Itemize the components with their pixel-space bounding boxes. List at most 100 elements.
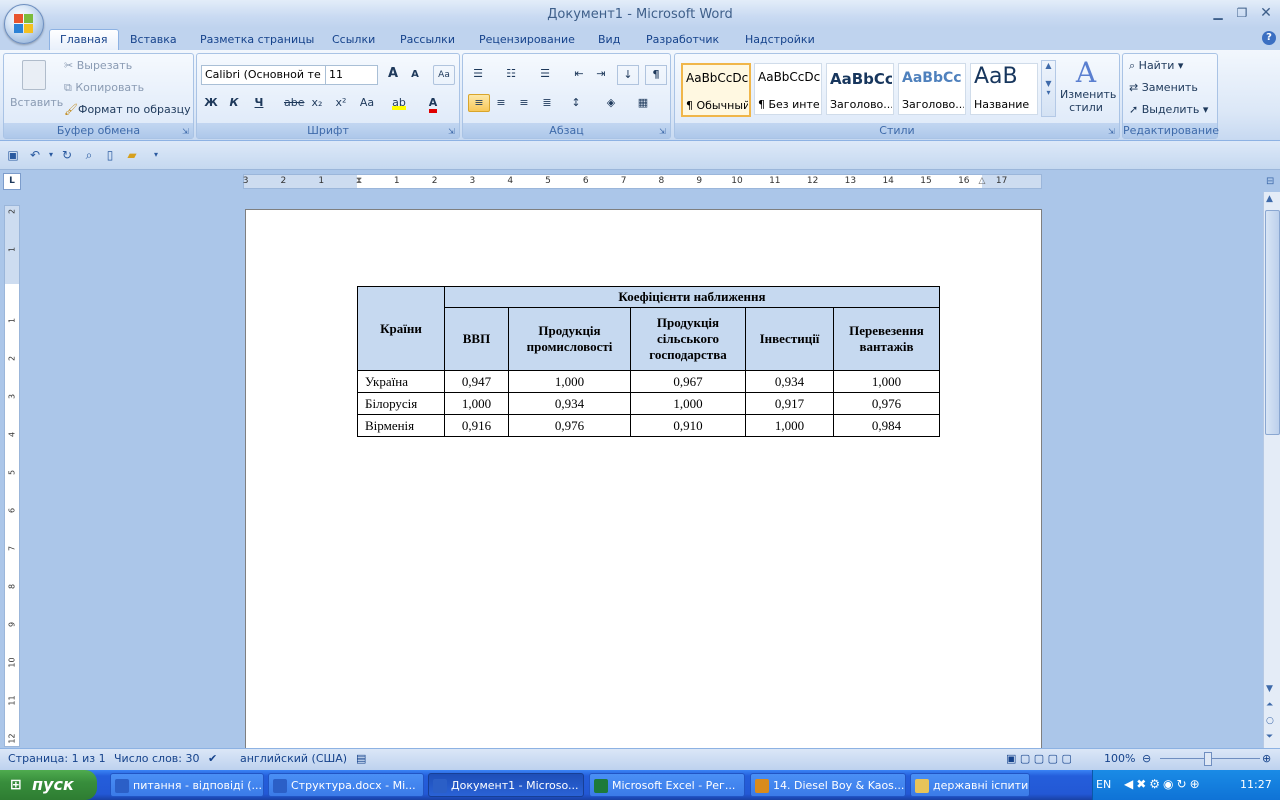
- language-indicator[interactable]: EN: [1096, 778, 1111, 791]
- tab-addins[interactable]: Надстройки: [735, 30, 825, 50]
- show-formatting-button[interactable]: ¶: [645, 65, 667, 85]
- tab-references[interactable]: Ссылки: [322, 30, 385, 50]
- ruler-toggle-icon[interactable]: ⊟: [1266, 176, 1274, 187]
- style-heading-2[interactable]: AaBbCc Заголово...: [898, 63, 966, 115]
- tab-review[interactable]: Рецензирование: [469, 30, 585, 50]
- shading-icon[interactable]: ◈: [601, 94, 621, 112]
- find-button[interactable]: ⌕ Найти ▾: [1129, 59, 1183, 73]
- tab-view[interactable]: Вид: [588, 30, 630, 50]
- style-heading-1[interactable]: AaBbCc Заголово...: [826, 63, 894, 115]
- close-button[interactable]: ✕: [1256, 5, 1276, 21]
- undo-dropdown-icon[interactable]: ▾: [44, 148, 58, 162]
- superscript-button[interactable]: x²: [331, 94, 351, 112]
- previous-page-icon[interactable]: ⏶: [1266, 700, 1273, 710]
- taskbar-item[interactable]: питання - відповіді (...: [110, 773, 264, 797]
- macro-icon[interactable]: ▤: [356, 752, 366, 765]
- customize-toolbar-icon[interactable]: ▾: [149, 148, 163, 162]
- align-right-icon[interactable]: ≡: [514, 94, 534, 112]
- right-indent-marker-icon[interactable]: △: [979, 175, 986, 188]
- bold-button[interactable]: Ж: [201, 94, 221, 112]
- shrink-font-button[interactable]: A: [405, 66, 425, 84]
- value-cell[interactable]: 0,910: [630, 414, 746, 437]
- country-cell[interactable]: Білорусія: [357, 392, 445, 415]
- decrease-indent-icon[interactable]: ⇤: [569, 65, 589, 83]
- bullets-icon[interactable]: ☰: [468, 65, 488, 83]
- style-normal[interactable]: AaBbCcDc ¶ Обычный: [681, 63, 751, 117]
- font-size-dropdown[interactable]: 11: [325, 65, 378, 85]
- country-cell[interactable]: Вірменія: [357, 414, 445, 437]
- dialog-launcher-icon[interactable]: ⇲: [659, 127, 668, 136]
- scroll-down-icon[interactable]: ▼: [1266, 684, 1273, 694]
- value-cell[interactable]: 0,917: [745, 392, 834, 415]
- borders-icon[interactable]: ▦: [633, 94, 653, 112]
- font-color-icon[interactable]: A: [423, 94, 443, 113]
- country-cell[interactable]: Україна: [357, 370, 445, 393]
- zoom-out-icon[interactable]: ⊖: [1142, 752, 1151, 765]
- strikethrough-button[interactable]: abe: [284, 94, 305, 112]
- value-cell[interactable]: 0,947: [444, 370, 509, 393]
- dialog-launcher-icon[interactable]: ⇲: [1108, 127, 1117, 136]
- highlight-icon[interactable]: ab: [389, 94, 409, 112]
- tab-page-layout[interactable]: Разметка страницы: [190, 30, 324, 50]
- scrollbar-thumb[interactable]: [1265, 210, 1280, 435]
- zoom-level[interactable]: 100%: [1104, 752, 1135, 765]
- select-button[interactable]: ➚ Выделить ▾: [1129, 103, 1208, 116]
- value-cell[interactable]: 1,000: [833, 370, 940, 393]
- align-left-icon[interactable]: ≡: [468, 94, 490, 112]
- tray-icons[interactable]: ◀✖⚙◉↻⊕: [1124, 777, 1203, 791]
- indent-marker-icon[interactable]: ⧗: [356, 175, 362, 188]
- change-styles-button[interactable]: A Изменить стили: [1060, 58, 1116, 120]
- value-cell[interactable]: 0,976: [833, 392, 940, 415]
- subscript-button[interactable]: x₂: [307, 94, 327, 112]
- value-cell[interactable]: 0,976: [508, 414, 631, 437]
- italic-button[interactable]: К: [224, 94, 244, 112]
- style-title[interactable]: AaB Название: [970, 63, 1038, 115]
- page-count[interactable]: Страница: 1 из 1: [8, 752, 106, 765]
- styles-scroll[interactable]: ▲ ▼ ▾: [1041, 60, 1056, 117]
- word-count[interactable]: Число слов: 30: [114, 752, 200, 765]
- tab-home[interactable]: Главная: [49, 29, 119, 50]
- print-preview-icon[interactable]: ⌕: [82, 148, 96, 162]
- taskbar-item[interactable]: 14. Diesel Boy & Kaos...: [750, 773, 906, 797]
- zoom-in-icon[interactable]: ⊕: [1262, 752, 1271, 765]
- value-cell[interactable]: 1,000: [444, 392, 509, 415]
- format-painter-button[interactable]: 🖌Формат по образцу: [64, 103, 191, 116]
- maximize-button[interactable]: ❐: [1232, 5, 1252, 21]
- next-page-icon[interactable]: ⏷: [1266, 732, 1273, 742]
- proofing-icon[interactable]: ✔: [208, 752, 217, 765]
- new-document-icon[interactable]: ▯: [103, 148, 117, 162]
- underline-button[interactable]: Ч: [249, 94, 269, 112]
- value-cell[interactable]: 0,934: [745, 370, 834, 393]
- taskbar-item[interactable]: державні іспити: [910, 773, 1030, 797]
- change-case-button[interactable]: Aa: [357, 94, 377, 112]
- style-no-spacing[interactable]: AaBbCcDc ¶ Без инте...: [754, 63, 822, 115]
- line-spacing-icon[interactable]: ↕: [566, 94, 586, 112]
- taskbar-item[interactable]: Microsoft Excel - Рег...: [589, 773, 745, 797]
- paste-button[interactable]: Вставить: [10, 58, 63, 116]
- view-buttons[interactable]: ▣ ▢ ▢ ▢ ▢: [1006, 752, 1072, 765]
- scroll-up-icon[interactable]: ▲: [1266, 194, 1273, 204]
- undo-icon[interactable]: ↶: [28, 148, 42, 162]
- clear-formatting-icon[interactable]: Aa: [433, 65, 455, 85]
- taskbar-item[interactable]: Структура.docx - Mi...: [268, 773, 424, 797]
- browse-object-icon[interactable]: ○: [1266, 716, 1274, 726]
- value-cell[interactable]: 1,000: [508, 370, 631, 393]
- help-icon[interactable]: ?: [1262, 31, 1276, 45]
- language-status[interactable]: английский (США): [240, 752, 347, 765]
- grow-font-button[interactable]: A: [383, 65, 403, 83]
- vertical-ruler[interactable]: 2 1 1 2 3 4 5 6 7 8 9 10 11 12: [4, 205, 20, 747]
- start-button[interactable]: ⊞ пуск: [0, 770, 97, 800]
- save-icon[interactable]: ▣: [6, 148, 20, 162]
- value-cell[interactable]: 0,967: [630, 370, 746, 393]
- dialog-launcher-icon[interactable]: ⇲: [182, 127, 191, 136]
- cut-button[interactable]: ✂ Вырезать: [64, 59, 132, 72]
- multilevel-list-icon[interactable]: ☰: [535, 65, 555, 83]
- align-center-icon[interactable]: ≡: [491, 94, 511, 112]
- zoom-slider-thumb[interactable]: [1204, 752, 1212, 766]
- value-cell[interactable]: 0,934: [508, 392, 631, 415]
- redo-icon[interactable]: ↻: [60, 148, 74, 162]
- numbering-icon[interactable]: ☷: [501, 65, 521, 83]
- value-cell[interactable]: 1,000: [630, 392, 746, 415]
- justify-icon[interactable]: ≣: [537, 94, 557, 112]
- tab-mailings[interactable]: Рассылки: [390, 30, 465, 50]
